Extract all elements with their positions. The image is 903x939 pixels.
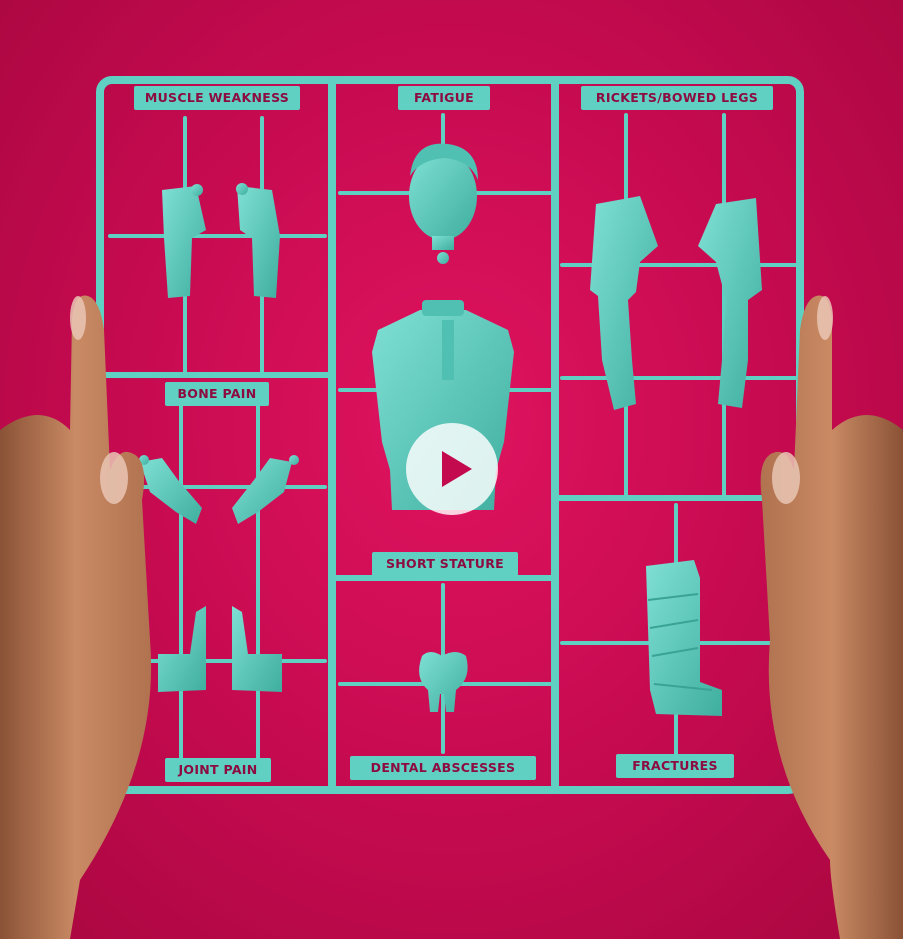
label-fractures: FRACTURES	[616, 754, 734, 778]
left-hand	[0, 295, 152, 939]
label-dental-abscesses: DENTAL ABSCESSES	[350, 756, 536, 780]
label-fatigue: FATIGUE	[398, 86, 490, 110]
label-rickets: RICKETS/BOWED LEGS	[581, 86, 773, 110]
part-hands	[139, 455, 299, 524]
play-icon	[442, 451, 472, 487]
label-joint-pain: JOINT PAIN	[165, 758, 271, 782]
part-head	[409, 143, 478, 264]
play-button[interactable]	[406, 423, 498, 515]
label-short-stature: SHORT STATURE	[372, 552, 518, 576]
part-upper-arms	[162, 183, 280, 298]
right-hand	[760, 295, 903, 939]
label-bone-pain: BONE PAIN	[165, 382, 269, 406]
label-muscle-weakness: MUSCLE WEAKNESS	[134, 86, 300, 110]
part-feet	[158, 606, 282, 692]
part-cast	[646, 560, 722, 716]
model-kit-image: MUSCLE WEAKNESS FATIGUE RICKETS/BOWED LE…	[0, 0, 903, 939]
